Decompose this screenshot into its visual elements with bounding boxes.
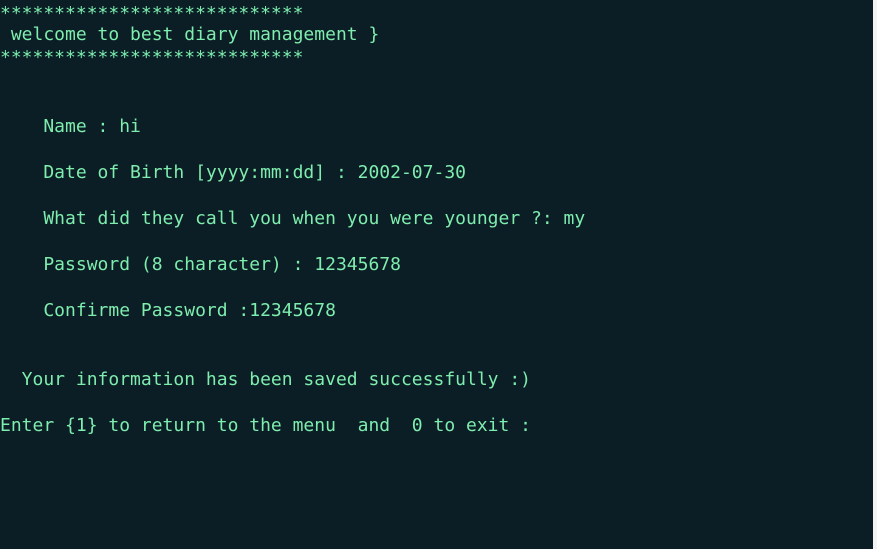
- name-output: Name : hi: [0, 116, 141, 137]
- password-output: Password (8 character) : 12345678: [0, 254, 401, 275]
- nickname-output: What did they call you when you were you…: [0, 208, 586, 229]
- success-message: Your information has been saved successf…: [0, 369, 532, 390]
- banner-border-bottom: ****************************: [0, 47, 304, 68]
- menu-prompt[interactable]: Enter {1} to return to the menu and 0 to…: [0, 415, 531, 437]
- confirm-password-output: Confirme Password :12345678: [0, 300, 336, 321]
- window-edge: [873, 0, 877, 549]
- welcome-banner: welcome to best diary management }: [0, 24, 380, 45]
- date-of-birth-output: Date of Birth [yyyy:mm:dd] : 2002-07-30: [0, 162, 466, 183]
- banner-border-top: ****************************: [0, 3, 304, 24]
- terminal-window[interactable]: **************************** welcome to …: [0, 0, 873, 549]
